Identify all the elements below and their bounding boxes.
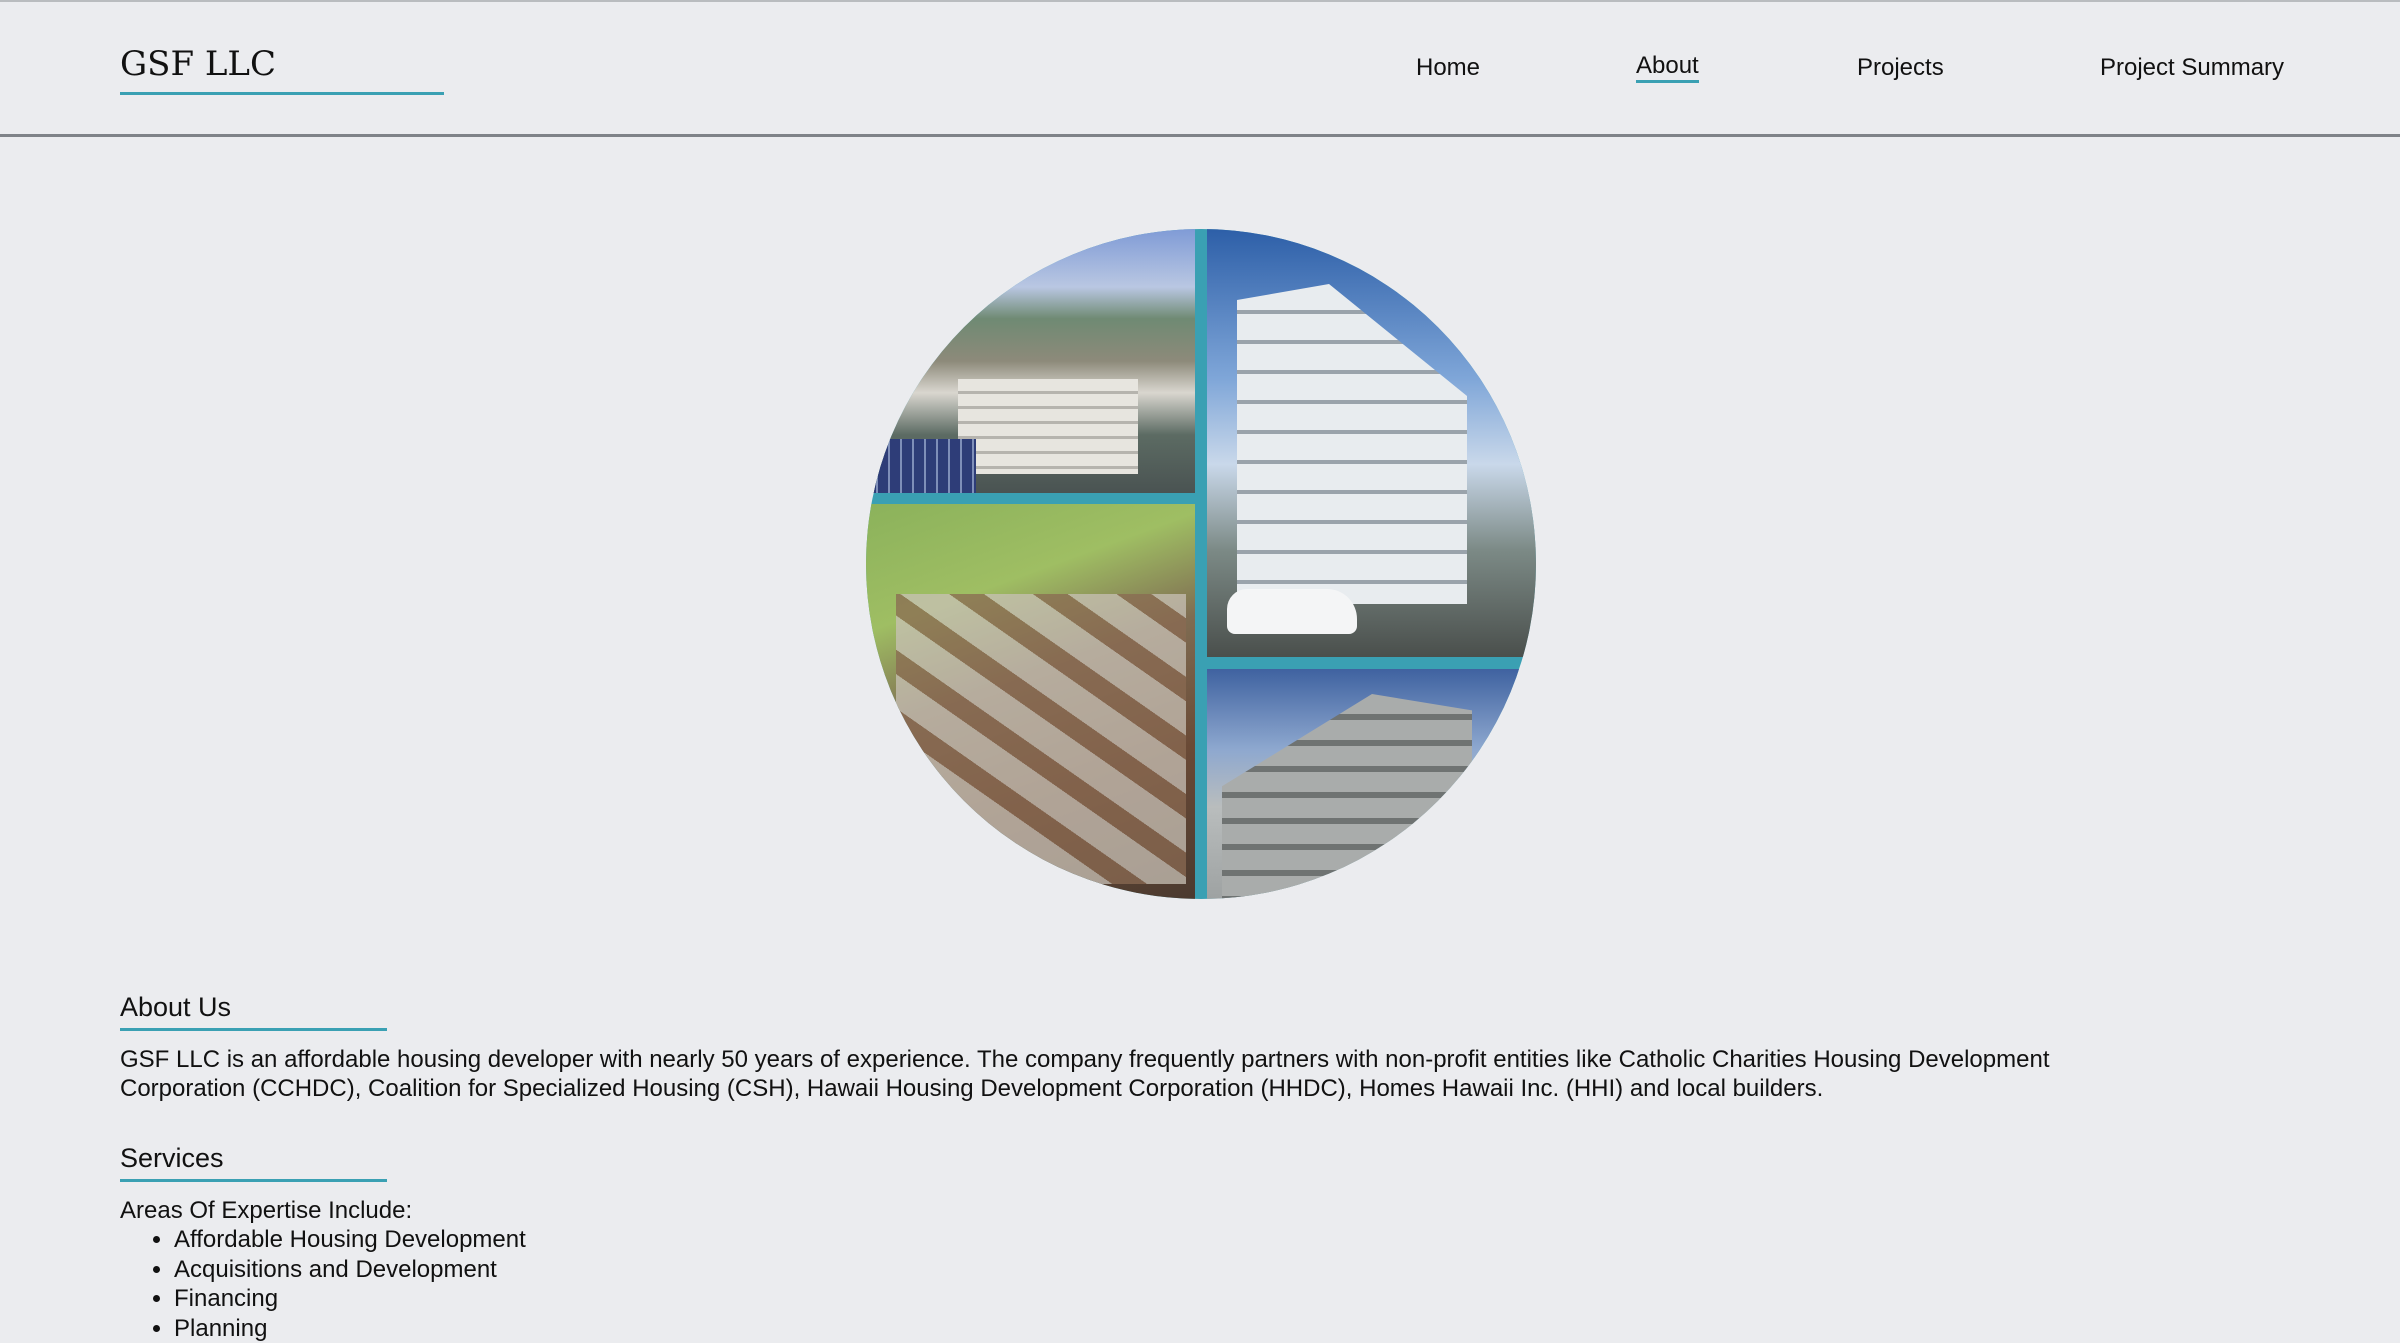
nav-about[interactable]: About xyxy=(1636,52,1699,83)
photo-highrise-building xyxy=(1207,229,1536,657)
list-item: Planning xyxy=(174,1314,2320,1343)
nav-project-summary[interactable]: Project Summary xyxy=(2100,52,2284,84)
about-text: GSF LLC is an affordable housing develop… xyxy=(120,1045,2100,1103)
photo-aerial-housing-community xyxy=(866,504,1195,899)
site-header: GSF LLC Home About Projects Project Summ… xyxy=(0,0,2400,137)
list-item: Acquisitions and Development xyxy=(174,1255,2320,1285)
nav-projects[interactable]: Projects xyxy=(1857,52,1944,84)
services-list: Affordable Housing Development Acquisiti… xyxy=(120,1225,2320,1343)
services-section: Services Areas Of Expertise Include: Aff… xyxy=(120,1141,2320,1343)
hero-photo-collage xyxy=(866,229,1536,899)
about-section: About Us GSF LLC is an affordable housin… xyxy=(120,990,2320,1103)
services-intro: Areas Of Expertise Include: xyxy=(120,1196,2320,1225)
list-item: Affordable Housing Development xyxy=(174,1225,2320,1255)
about-heading: About Us xyxy=(120,990,387,1031)
list-item: Financing xyxy=(174,1284,2320,1314)
services-heading: Services xyxy=(120,1141,387,1182)
photo-concrete-building xyxy=(1207,669,1536,899)
main-content: About Us GSF LLC is an affordable housin… xyxy=(120,990,2320,1343)
brand-logo[interactable]: GSF LLC xyxy=(120,44,444,95)
nav-home[interactable]: Home xyxy=(1416,52,1480,84)
photo-aerial-building xyxy=(866,229,1195,493)
